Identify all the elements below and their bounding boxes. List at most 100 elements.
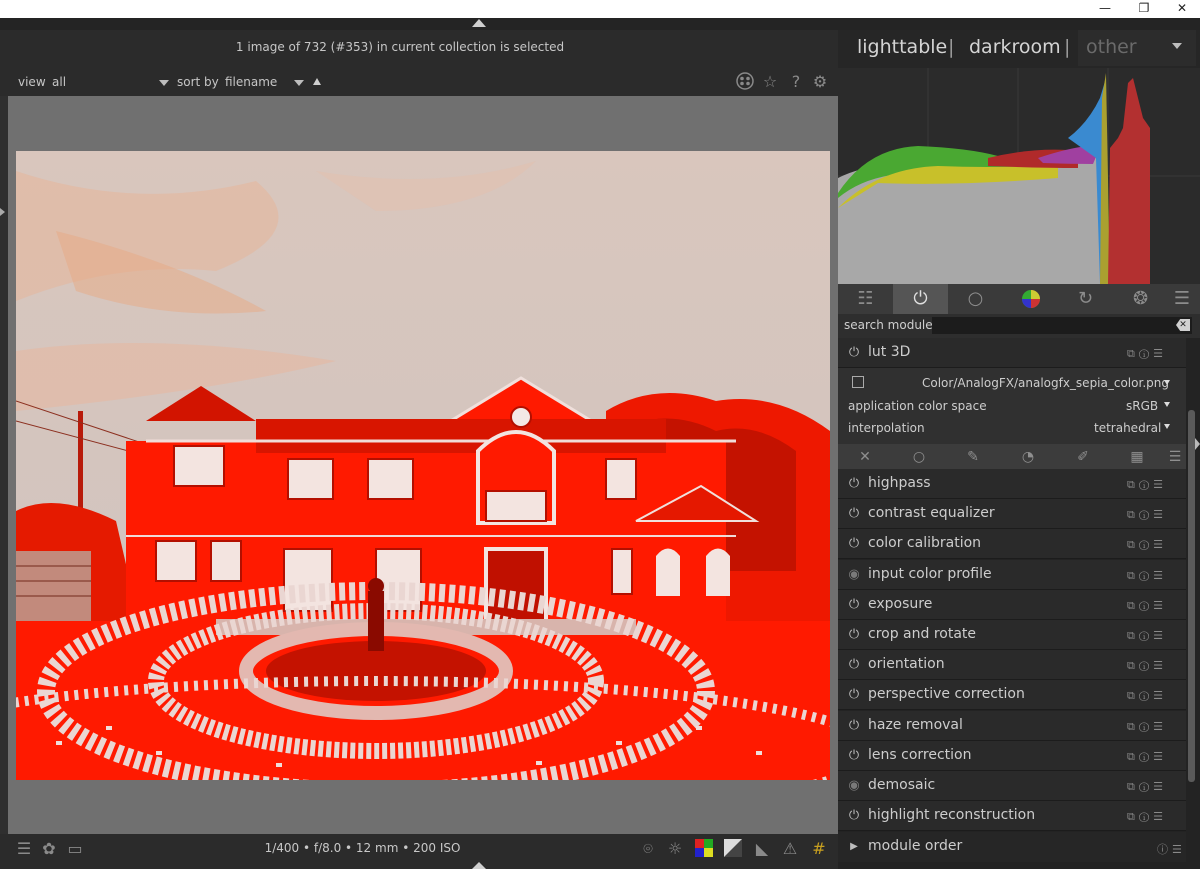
tab-color-icon[interactable]	[1003, 284, 1058, 314]
sort-select[interactable]: filename	[225, 75, 277, 89]
blend-off-icon[interactable]: ✕	[853, 446, 877, 468]
view-darkroom[interactable]: darkroom	[969, 36, 1061, 58]
tab-active-modules-icon[interactable]: ⏻	[893, 284, 948, 314]
module-actions-icons[interactable]: ⧉ⓘ☰	[1127, 780, 1167, 794]
blend-uniform-icon[interactable]: ○	[907, 446, 931, 468]
module-order-label: module order	[868, 838, 963, 854]
restore-button[interactable]: ❐	[1124, 0, 1164, 18]
tab-presets-menu-icon[interactable]: ☰	[1168, 284, 1196, 314]
collapse-bottom-panel-arrow-icon[interactable]	[472, 862, 486, 869]
blend-raster-mask-icon[interactable]: ▦	[1125, 446, 1149, 468]
tab-correct-icon[interactable]: ↻	[1058, 284, 1113, 314]
interpolation-select[interactable]: tetrahedral	[1094, 421, 1161, 435]
view-other[interactable]: other	[1086, 36, 1137, 58]
left-panel-edge	[0, 96, 8, 834]
module-actions-icons[interactable]: ⧉ⓘ☰	[1127, 347, 1167, 361]
sort-order-icon[interactable]	[313, 78, 321, 85]
edited-photo[interactable]	[16, 151, 830, 780]
power-icon[interactable]: ⏻	[847, 507, 861, 521]
blend-menu-icon[interactable]: ☰	[1163, 446, 1187, 468]
exif-info: 1/400 • f/8.0 • 12 mm • 200 ISO	[264, 841, 461, 855]
search-label: search module	[844, 318, 933, 332]
color-space-select[interactable]: sRGB	[1126, 399, 1158, 413]
close-button[interactable]: ✕	[1162, 0, 1200, 18]
collapse-top-panel-arrow-icon[interactable]	[472, 19, 486, 27]
view-select[interactable]: all	[52, 75, 66, 89]
help-icon[interactable]: ?	[786, 72, 806, 92]
menu-list-icon[interactable]: ☰	[13, 838, 35, 860]
module-name: demosaic	[868, 777, 936, 793]
view-lighttable[interactable]: lighttable	[857, 36, 947, 58]
module-name: lut 3D	[868, 344, 911, 360]
color-space-dropdown-icon[interactable]	[1164, 402, 1170, 407]
power-icon[interactable]: ⏻	[847, 749, 861, 763]
module-order-actions-icons[interactable]: ⓘ☰	[1157, 841, 1186, 857]
power-icon[interactable]: ⏻	[847, 598, 861, 612]
power-icon[interactable]: ⏻	[847, 688, 861, 702]
search-module-input[interactable]	[932, 317, 1192, 334]
interpolation-dropdown-icon[interactable]	[1164, 424, 1170, 429]
module-actions-icons[interactable]: ⧉ⓘ☰	[1127, 750, 1167, 764]
selection-info: 1 image of 732 (#353) in current collect…	[235, 40, 565, 54]
module-name: color calibration	[868, 535, 982, 551]
module-name: exposure	[868, 596, 933, 612]
gamut-check-icon[interactable]: ⚠	[779, 838, 801, 860]
color-labels-icon[interactable]	[735, 72, 755, 92]
power-icon[interactable]: ⏻	[847, 658, 861, 672]
tab-base-icon[interactable]: ○	[948, 284, 1003, 314]
collapse-right-panel-arrow-icon[interactable]	[1195, 438, 1200, 450]
blend-drawn-parametric-icon[interactable]: ✐	[1071, 446, 1095, 468]
power-icon[interactable]: ⏻	[847, 346, 861, 360]
expand-left-panel-arrow-icon[interactable]	[0, 208, 5, 216]
raw-overexposed-icon[interactable]	[722, 838, 744, 860]
module-actions-icons[interactable]: ⧉ⓘ☰	[1127, 569, 1167, 583]
power-icon[interactable]: ⏻	[847, 537, 861, 551]
bulb-icon[interactable]: ☼	[664, 838, 686, 860]
top-panel-strip	[0, 18, 1200, 30]
module-actions-icons[interactable]: ⧉ⓘ☰	[1127, 538, 1167, 552]
histogram[interactable]	[838, 68, 1200, 284]
focus-peaking-icon[interactable]: ⌾	[637, 838, 659, 860]
power-icon[interactable]: ⏻	[847, 628, 861, 642]
module-actions-icons[interactable]: ⧉ⓘ☰	[1127, 659, 1167, 673]
view-separator: |	[948, 36, 955, 58]
minimize-button[interactable]: —	[1085, 0, 1125, 18]
window-titlebar	[0, 0, 1200, 18]
always-on-icon[interactable]: ◉	[847, 568, 861, 582]
module-actions-icons[interactable]: ⧉ⓘ☰	[1127, 508, 1167, 522]
module-actions-icons[interactable]: ⧉ⓘ☰	[1127, 720, 1167, 734]
blend-drawn-mask-icon[interactable]: ✎	[961, 446, 985, 468]
module-actions-icons[interactable]: ⧉ⓘ☰	[1127, 629, 1167, 643]
module-scrollbar-thumb[interactable]	[1188, 410, 1195, 782]
tab-quick-access-icon[interactable]: ☷	[838, 284, 893, 314]
always-on-icon[interactable]: ◉	[847, 779, 861, 793]
expand-arrow-icon[interactable]: ▶	[847, 840, 861, 854]
guides-icon[interactable]: #	[808, 838, 830, 860]
module-actions-icons[interactable]: ⧉ⓘ☰	[1127, 478, 1167, 492]
blend-parametric-mask-icon[interactable]: ◔	[1016, 446, 1040, 468]
module-actions-icons[interactable]: ⧉ⓘ☰	[1127, 689, 1167, 703]
power-icon[interactable]: ⏻	[847, 809, 861, 823]
gear-icon[interactable]: ⚙	[810, 72, 830, 92]
module-actions-icons[interactable]: ⧉ⓘ☰	[1127, 599, 1167, 613]
module-name: orientation	[868, 656, 945, 672]
module-actions-icons[interactable]: ⧉ⓘ☰	[1127, 810, 1167, 824]
interpolation-label: interpolation	[848, 421, 925, 435]
star-rating-icon[interactable]: ☆	[760, 72, 780, 92]
view-label: view	[18, 75, 46, 89]
second-window-icon[interactable]: ▭	[64, 838, 86, 860]
file-dropdown-icon[interactable]	[1164, 380, 1170, 385]
sort-dropdown-icon[interactable]	[294, 80, 304, 86]
view-dropdown-icon[interactable]	[159, 80, 169, 86]
styles-icon[interactable]: ✿	[38, 838, 60, 860]
other-dropdown-icon[interactable]	[1172, 43, 1182, 49]
power-icon[interactable]: ⏻	[847, 719, 861, 733]
folder-icon[interactable]	[852, 376, 864, 388]
tab-effect-icon[interactable]: ❂	[1113, 284, 1168, 314]
color-space-label: application color space	[848, 399, 987, 413]
view-separator: |	[1064, 36, 1071, 58]
power-icon[interactable]: ⏻	[847, 477, 861, 491]
color-assessment-icon[interactable]	[693, 838, 715, 860]
softproof-icon[interactable]: ◣	[751, 838, 773, 860]
lut-file-select[interactable]: Color/AnalogFX/analogfx_sepia_color.png	[922, 376, 1169, 390]
